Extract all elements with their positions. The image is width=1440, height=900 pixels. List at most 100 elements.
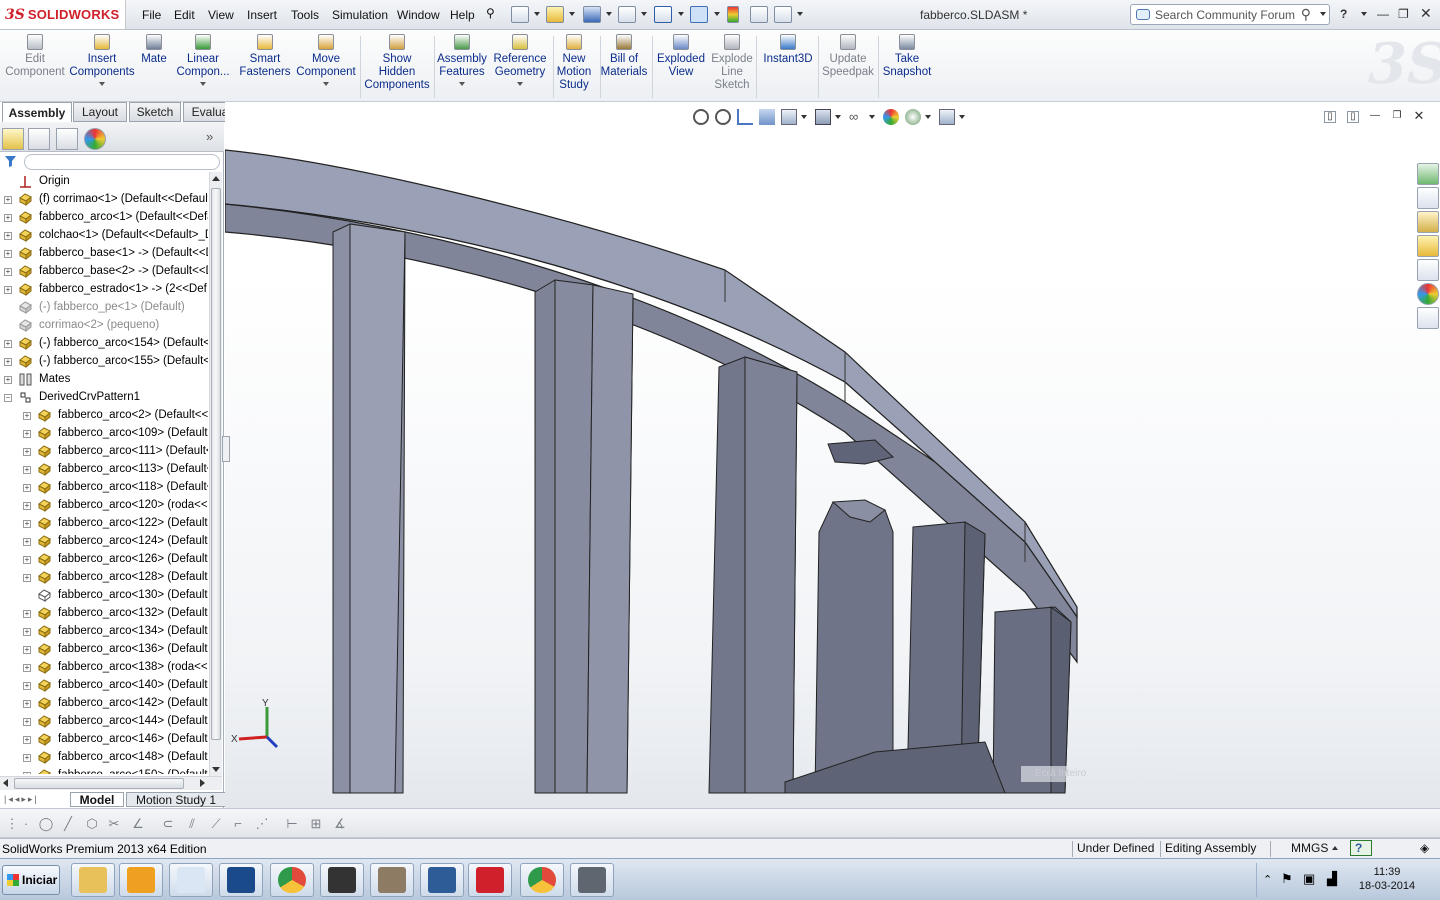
custom-properties-icon[interactable]: [1417, 307, 1439, 329]
taskbar-task-list-button[interactable]: [169, 863, 213, 897]
tab-assembly[interactable]: Assembly: [2, 102, 72, 122]
tab-scroll-arrows-icon[interactable]: |◂◂▸▸|: [4, 794, 39, 805]
tree-item-fabberco-arco-142-default[interactable]: + fabberco_arco<142> (Default<: [0, 695, 208, 713]
help-button[interactable]: ?: [1340, 7, 1347, 21]
expand-icon[interactable]: +: [23, 664, 31, 672]
zoom-to-area-icon[interactable]: [715, 109, 731, 125]
tree-item-fabberco-arco-2-default[interactable]: + fabberco_arco<2> (Default<<: [0, 407, 208, 425]
menu-help[interactable]: Help: [450, 8, 475, 22]
help-dropdown-icon[interactable]: [1361, 12, 1367, 16]
tree-item-colchao-1-default-default-d[interactable]: + colchao<1> (Default<<Default>_D: [0, 227, 208, 245]
offset-icon[interactable]: ⊂: [160, 817, 176, 831]
hide-show-dropdown-icon[interactable]: [869, 115, 875, 119]
network-icon[interactable]: ▟: [1327, 871, 1337, 887]
apply-scene-dropdown-icon[interactable]: [925, 115, 931, 119]
apply-scene-icon[interactable]: [905, 109, 921, 125]
command-dropdown-icon[interactable]: [517, 82, 523, 86]
display-manager-icon[interactable]: [84, 128, 106, 150]
tree-item-fabberco-arco-138-roda[interactable]: + fabberco_arco<138> (roda<<: [0, 659, 208, 677]
options-dropdown-icon[interactable]: [797, 12, 803, 16]
expand-icon[interactable]: +: [23, 448, 31, 456]
tree-item-fabberco-arco-124-default[interactable]: + fabberco_arco<124> (Default<: [0, 533, 208, 551]
command-dropdown-icon[interactable]: [459, 82, 465, 86]
start-button[interactable]: Iniciar: [2, 865, 60, 895]
tree-item-fabberco-base-2-default-d[interactable]: + fabberco_base<2> -> (Default<<D: [0, 263, 208, 281]
expand-icon[interactable]: +: [4, 268, 12, 276]
zoom-to-fit-icon[interactable]: [693, 109, 709, 125]
tab-sketch[interactable]: Sketch: [129, 102, 181, 122]
close-icon[interactable]: ✕: [1420, 5, 1432, 22]
scroll-right-icon[interactable]: [200, 779, 205, 787]
device-icon[interactable]: ▣: [1303, 871, 1315, 887]
taskbar-solidworks-button[interactable]: [468, 863, 512, 897]
expand-icon[interactable]: +: [23, 466, 31, 474]
grid-icon[interactable]: ⊞: [308, 817, 324, 831]
minimize-icon[interactable]: —: [1377, 7, 1389, 21]
solidworks-logo[interactable]: 3S SOLIDWORKS: [0, 0, 126, 29]
dimension-icon[interactable]: ⊢: [284, 817, 300, 831]
tab-layout[interactable]: Layout: [73, 102, 127, 122]
tree-horizontal-scrollbar[interactable]: [0, 776, 222, 790]
menu-view[interactable]: View: [208, 8, 234, 22]
tree-item-fabberco-arco-111-default[interactable]: + fabberco_arco<111> (Default<: [0, 443, 208, 461]
expand-icon[interactable]: +: [23, 772, 31, 774]
scroll-down-icon[interactable]: [212, 767, 220, 772]
viewport-split-icon[interactable]: ▯: [1324, 111, 1336, 123]
tree-item-fabberco-arco-134-default[interactable]: + fabberco_arco<134> (Default<: [0, 623, 208, 641]
tree-item-fabberco-estrado-1-2-def[interactable]: + fabberco_estrado<1> -> (2<<Def: [0, 281, 208, 299]
command-dropdown-icon[interactable]: [323, 82, 329, 86]
edit-appearance-icon[interactable]: [883, 109, 899, 125]
expand-icon[interactable]: +: [23, 556, 31, 564]
tab-motion-study[interactable]: Motion Study 1: [126, 792, 226, 807]
graphics-area[interactable]: Y X ∞ ▯ ▯ — ❐ ✕ Ecrã Inteiro: [225, 102, 1440, 808]
smart-fasteners-button[interactable]: Smart Fasteners: [230, 34, 300, 79]
expand-icon[interactable]: +: [4, 232, 12, 240]
construction-icon[interactable]: ⋰: [254, 817, 270, 831]
scroll-left-icon[interactable]: [3, 779, 8, 787]
tree-item-fabberco-base-1-default-d[interactable]: + fabberco_base<1> -> (Default<<D: [0, 245, 208, 263]
undo-dropdown-icon[interactable]: [678, 12, 684, 16]
print-icon[interactable]: [618, 6, 636, 23]
scroll-thumb[interactable]: [211, 188, 221, 740]
menu-tools[interactable]: Tools: [291, 8, 319, 22]
view-palette-icon[interactable]: [1417, 259, 1439, 281]
assembly-model-view[interactable]: Y X: [225, 102, 1440, 808]
expand-icon[interactable]: +: [23, 736, 31, 744]
expand-icon[interactable]: +: [23, 628, 31, 636]
select-dropdown-icon[interactable]: [714, 12, 720, 16]
tree-item-fabberco-arco-128-default[interactable]: + fabberco_arco<128> (Default<: [0, 569, 208, 587]
open-folder-icon[interactable]: [546, 6, 564, 23]
expand-icon[interactable]: +: [23, 502, 31, 510]
tree-item-fabberco-arco-130-default[interactable]: fabberco_arco<130> (Default<: [0, 587, 208, 605]
tree-item-fabberco-arco-146-default[interactable]: + fabberco_arco<146> (Default<: [0, 731, 208, 749]
open-dropdown-icon[interactable]: [569, 12, 575, 16]
taskbar-inkscape-button[interactable]: [320, 863, 364, 897]
view-orientation-dropdown-icon[interactable]: [801, 115, 807, 119]
view-settings-icon[interactable]: [939, 109, 955, 125]
home-icon[interactable]: [1417, 187, 1439, 209]
point-icon[interactable]: ·: [18, 817, 34, 831]
search-dropdown-icon[interactable]: [1320, 12, 1326, 16]
tree-item-fabberco-arco-120-roda[interactable]: + fabberco_arco<120> (roda<<: [0, 497, 208, 515]
tree-item-fabberco-arco-144-default[interactable]: + fabberco_arco<144> (Default<: [0, 713, 208, 731]
expand-icon[interactable]: +: [23, 412, 31, 420]
tree-item-fabberco-arco-154-default[interactable]: + (-) fabberco_arco<154> (Default<: [0, 335, 208, 353]
circle-icon[interactable]: ◯: [38, 817, 54, 831]
property-manager-icon[interactable]: [28, 128, 50, 150]
menu-edit[interactable]: Edit: [174, 8, 195, 22]
taskbar-gimp-button[interactable]: [370, 863, 414, 897]
menu-file[interactable]: File: [142, 8, 161, 22]
file-explorer-icon[interactable]: [1417, 235, 1439, 257]
view-orientation-icon[interactable]: [781, 109, 797, 125]
taskbar-blender-button[interactable]: [420, 863, 464, 897]
print-dropdown-icon[interactable]: [641, 12, 647, 16]
menu-insert[interactable]: Insert: [247, 8, 277, 22]
viewport-close-icon[interactable]: ✕: [1413, 109, 1425, 123]
expand-icon[interactable]: +: [23, 574, 31, 582]
linear-compon-button[interactable]: Linear Compon...: [168, 34, 238, 86]
restore-icon[interactable]: ❐: [1398, 7, 1409, 21]
polygon-icon[interactable]: ⬡: [84, 817, 100, 831]
expand-icon[interactable]: +: [23, 484, 31, 492]
hide-show-items-icon[interactable]: ∞: [849, 109, 865, 125]
select-cursor-icon[interactable]: [690, 6, 708, 23]
